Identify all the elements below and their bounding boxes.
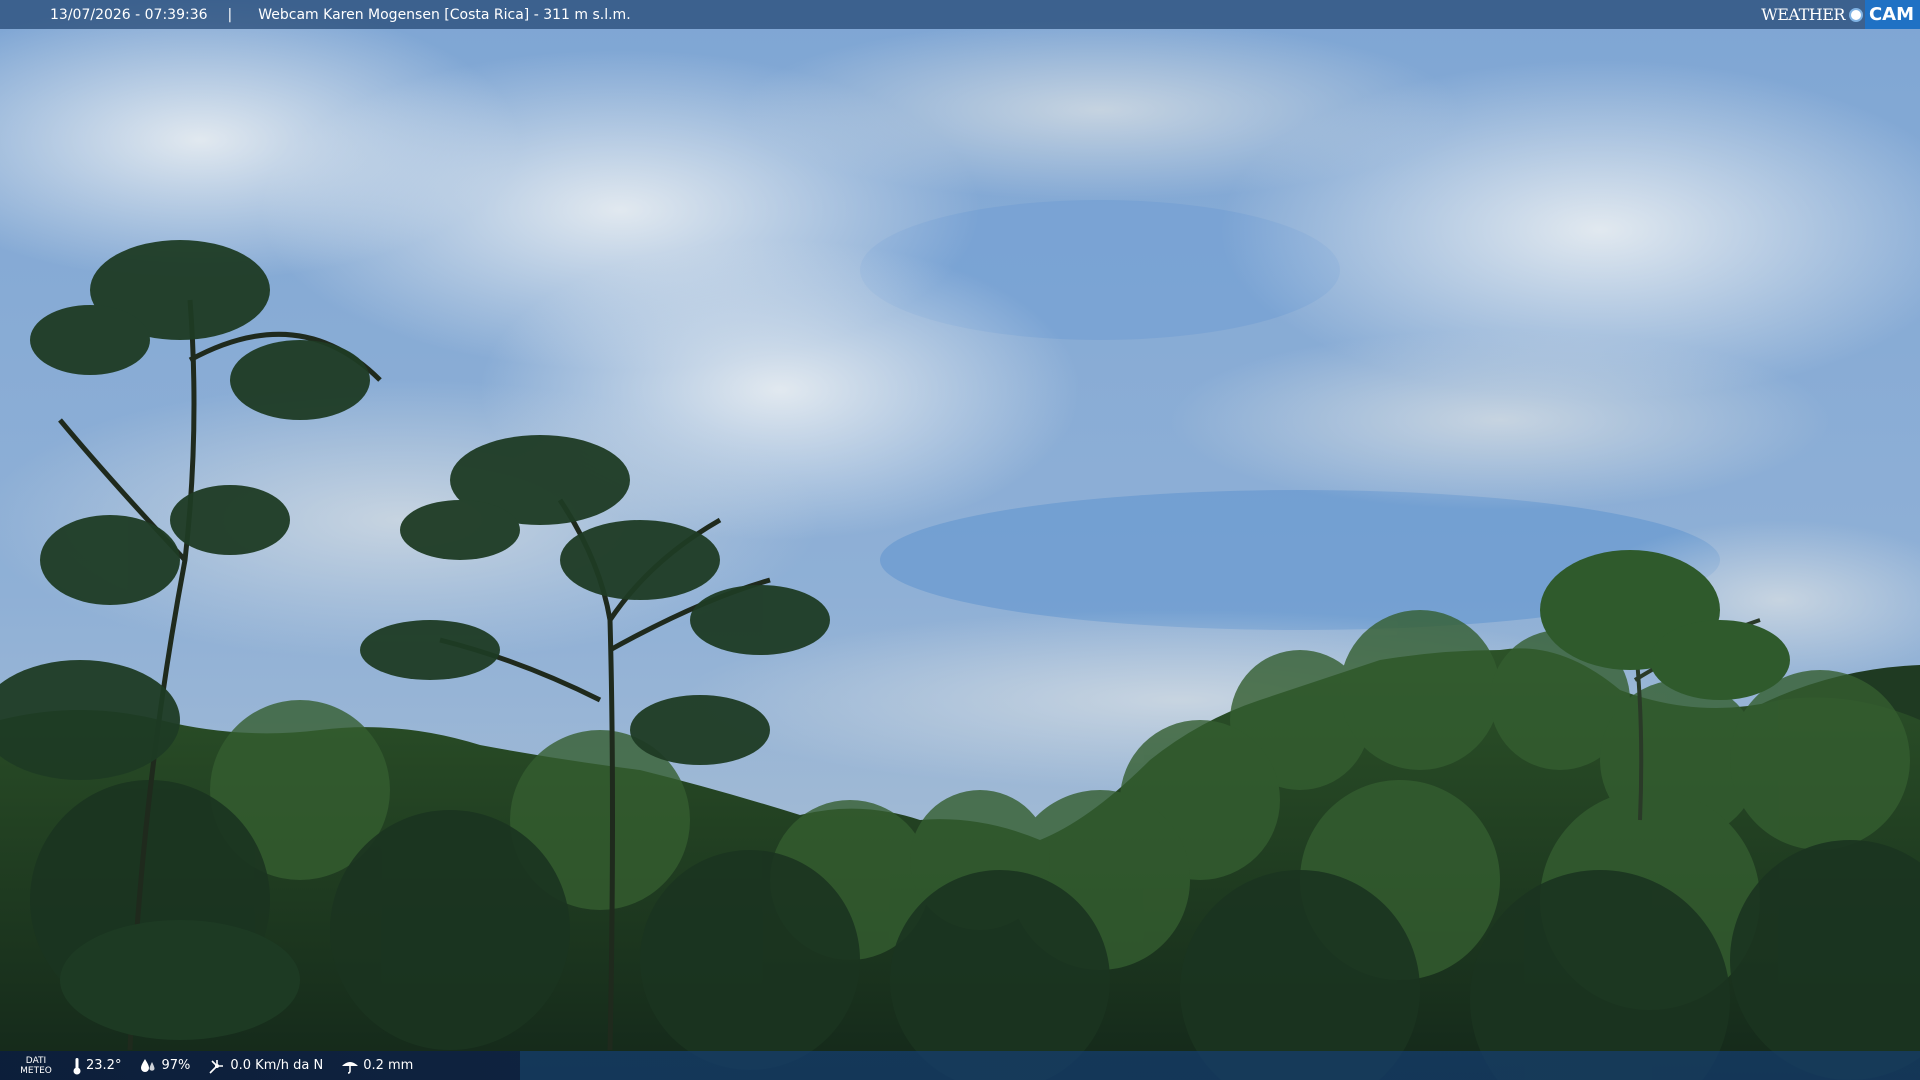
humidity-value: 97% [161,1058,191,1073]
temperature-metric: 23.2° [72,1057,121,1075]
humidity-metric: 97% [139,1058,190,1074]
timestamp: 13/07/2026 - 07:39:36 [50,6,208,23]
humidity-icon [141,1058,155,1072]
overlay-header: 13/07/2026 - 07:39:36 | Webcam Karen Mog… [0,0,1920,29]
meteo-label-line1: DATI [25,1055,47,1066]
weathercam-logo: WEATHER CAM [1761,0,1920,29]
webcam-image [0,0,1920,1080]
logo-weather-text: WEATHER [1761,5,1845,24]
webcam-view: 13/07/2026 - 07:39:36 | Webcam Karen Mog… [0,0,1920,1080]
meteo-bar: DATI METEO 23.2° 97% 0.0 Km/h da N 0.2 m… [0,1051,1920,1080]
wind-icon [209,1059,224,1074]
header-separator: | [227,6,233,23]
thermometer-icon [73,1057,81,1074]
rain-metric: 0.2 mm [341,1058,413,1074]
meteo-label: DATI METEO [18,1056,54,1076]
meteo-label-line2: METEO [20,1065,52,1076]
temperature-value: 23.2° [86,1058,122,1073]
logo-cam-text: CAM [1864,0,1920,29]
brand-dot-icon [1848,7,1863,22]
wind-value: 0.0 Km/h da N [230,1058,324,1073]
webcam-title: Webcam Karen Mogensen [Costa Rica] - 311… [258,6,631,23]
rain-icon [342,1061,359,1074]
wind-metric: 0.0 Km/h da N [208,1057,323,1075]
rain-value: 0.2 mm [363,1058,414,1073]
